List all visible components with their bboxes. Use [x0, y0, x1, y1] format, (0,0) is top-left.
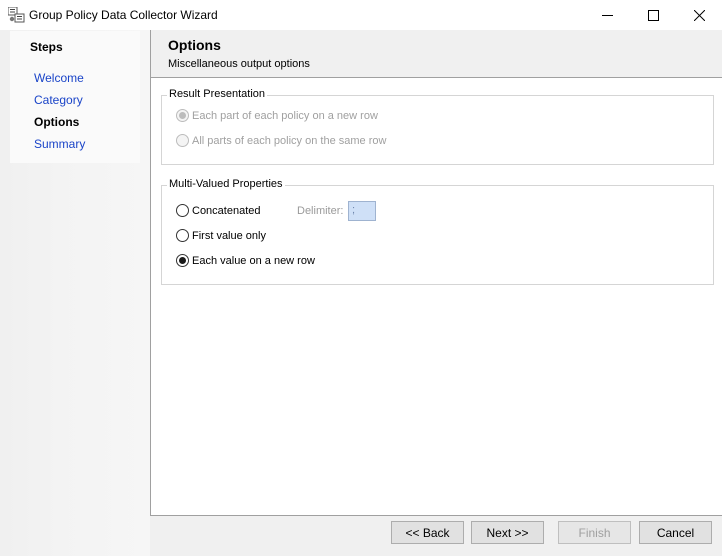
step-category[interactable]: Category — [34, 93, 83, 107]
delimiter-label: Delimiter: — [297, 205, 344, 217]
radio-each-part-new-row[interactable]: Each part of each policy on a new row — [176, 109, 378, 122]
radio-indicator — [176, 254, 189, 267]
radio-indicator — [176, 109, 189, 122]
radio-indicator — [176, 134, 189, 147]
app-icon — [8, 7, 25, 23]
delimiter-input[interactable]: ; — [348, 201, 376, 221]
result-presentation-group: Result Presentation — [161, 88, 714, 165]
maximize-button[interactable] — [630, 0, 676, 30]
steps-title: Steps — [30, 40, 63, 54]
multi-valued-legend: Multi-Valued Properties — [167, 178, 285, 190]
page-title: Options — [168, 37, 221, 53]
window-title: Group Policy Data Collector Wizard — [29, 8, 218, 22]
radio-each-value-new-row[interactable]: Each value on a new row — [176, 254, 315, 267]
minimize-button[interactable] — [584, 0, 630, 30]
radio-indicator — [176, 204, 189, 217]
radio-label: All parts of each policy on the same row — [192, 134, 387, 147]
step-options: Options — [34, 115, 80, 129]
close-icon — [693, 9, 705, 21]
minimize-icon — [601, 14, 613, 16]
step-summary[interactable]: Summary — [34, 137, 85, 151]
step-welcome[interactable]: Welcome — [34, 71, 84, 85]
radio-label: Concatenated — [192, 204, 261, 217]
radio-label: First value only — [192, 229, 266, 242]
maximize-icon — [647, 9, 659, 21]
radio-indicator — [176, 229, 189, 242]
close-button[interactable] — [676, 0, 722, 30]
radio-first-value-only[interactable]: First value only — [176, 229, 266, 242]
title-bar: Group Policy Data Collector Wizard — [0, 0, 722, 30]
radio-label: Each part of each policy on a new row — [192, 109, 378, 122]
page-subtitle: Miscellaneous output options — [168, 58, 310, 70]
radio-all-parts-same-row[interactable]: All parts of each policy on the same row — [176, 134, 386, 147]
result-presentation-legend: Result Presentation — [167, 88, 267, 100]
options-content: Result Presentation Each part of each po… — [150, 78, 722, 516]
cancel-button[interactable]: Cancel — [639, 521, 712, 544]
next-button[interactable]: Next >> — [471, 521, 544, 544]
finish-button[interactable]: Finish — [558, 521, 631, 544]
back-button[interactable]: << Back — [391, 521, 464, 544]
page-header: Options Miscellaneous output options — [150, 30, 722, 78]
radio-label: Each value on a new row — [192, 254, 315, 267]
radio-concatenated[interactable]: Concatenated — [176, 204, 261, 217]
